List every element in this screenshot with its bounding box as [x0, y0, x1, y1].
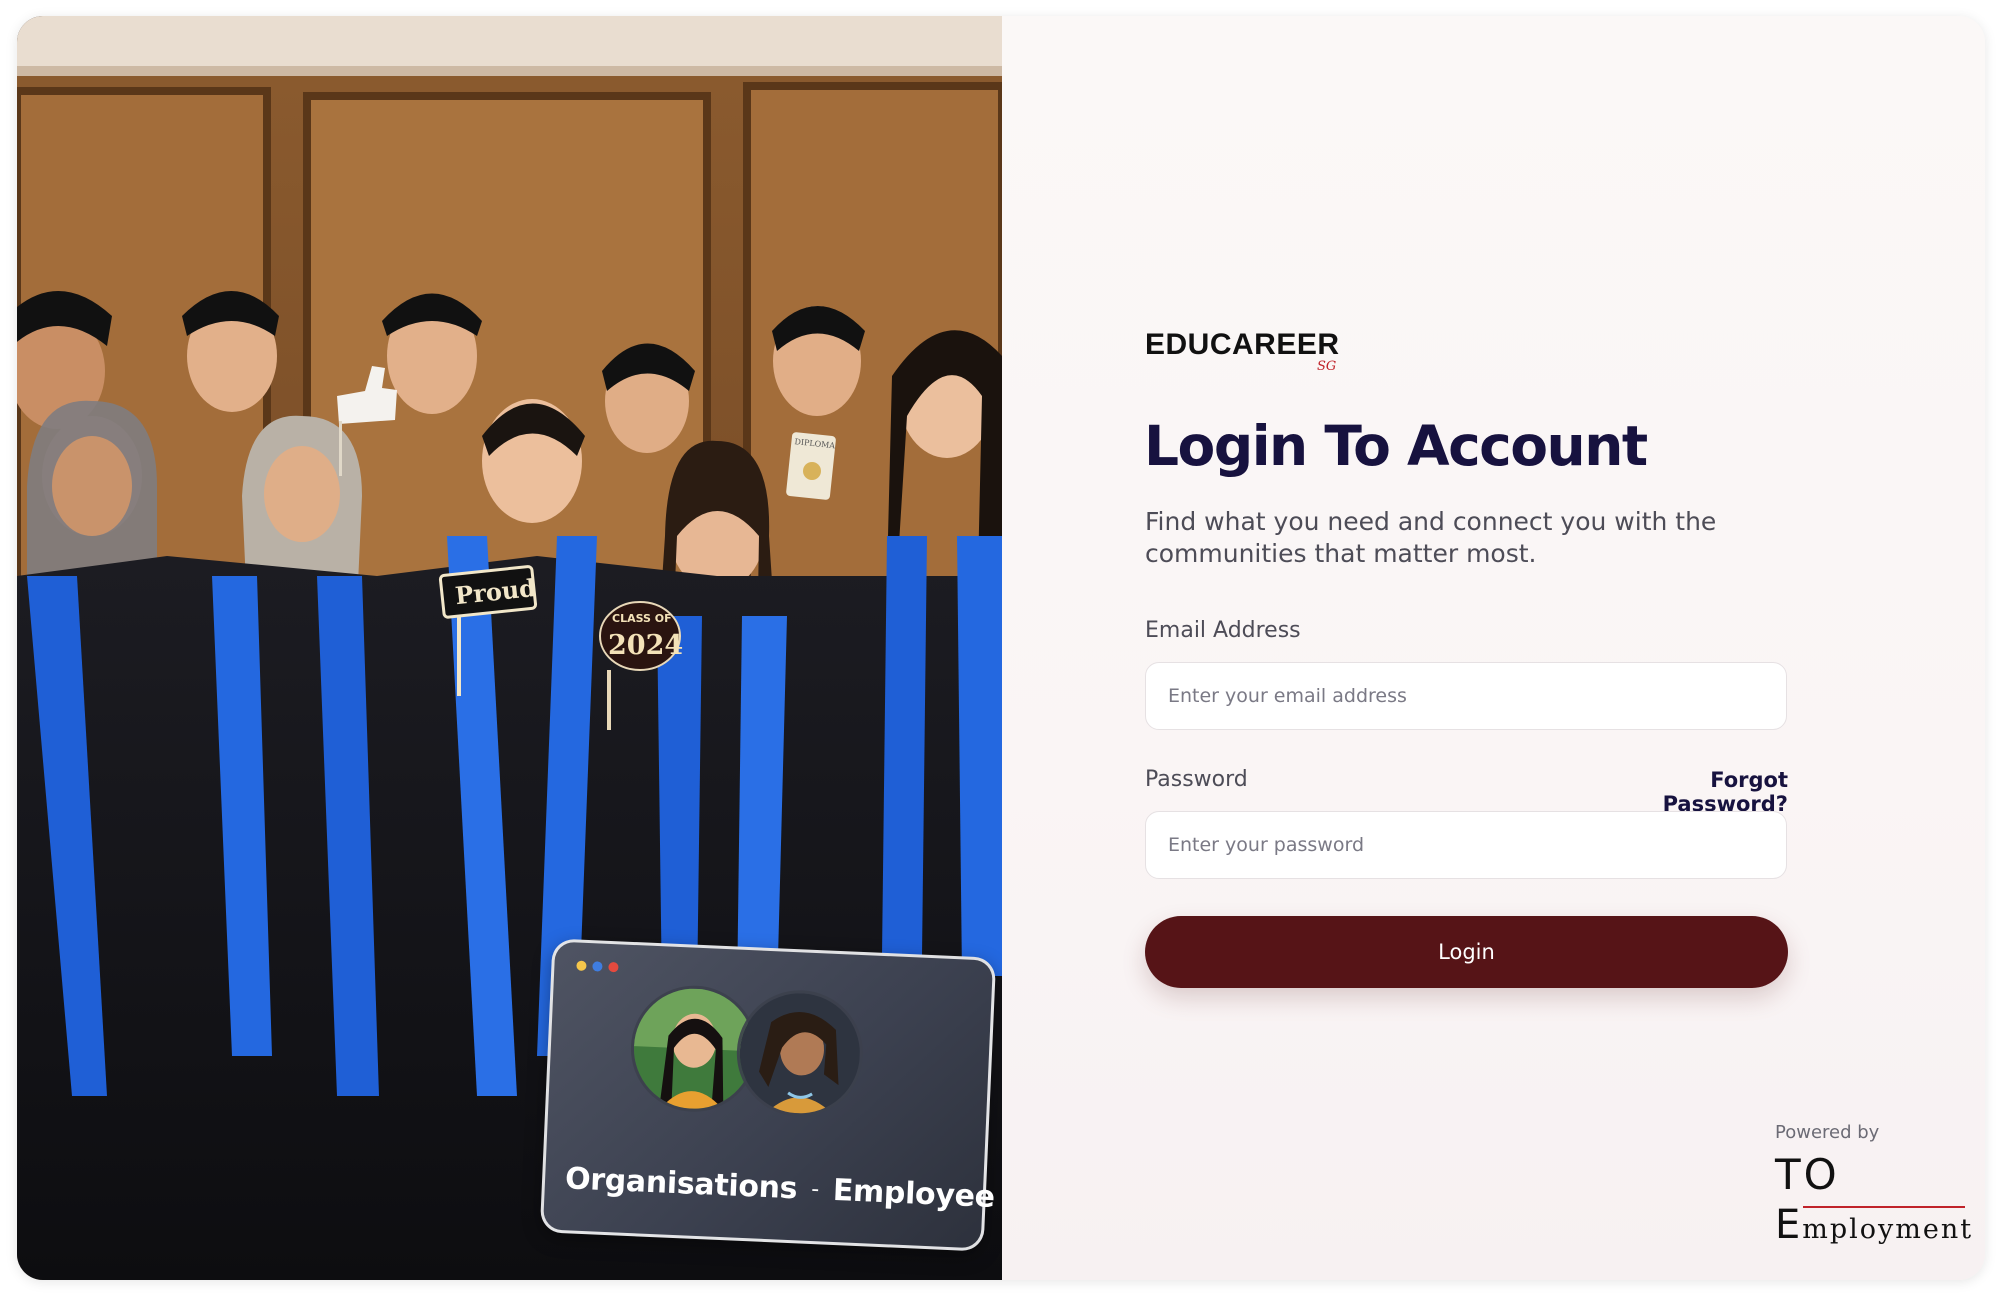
page-title: Login To Account — [1144, 414, 1648, 478]
graduation-photo: Proud CLASS OF 2024 DIPLOMA Organisation… — [17, 16, 1002, 1280]
avatar-employee — [734, 987, 866, 1120]
to-employment-logo: TO Employment — [1775, 1150, 1971, 1250]
password-field[interactable] — [1145, 811, 1787, 879]
caption-employee: Employee — [832, 1172, 996, 1215]
diploma-prop: DIPLOMA — [786, 432, 836, 500]
logo-e-initial: E — [1775, 1202, 1803, 1248]
window-dot-yellow — [576, 960, 587, 971]
window-dot-blue — [592, 961, 603, 972]
window-dot-red — [608, 961, 619, 973]
organisations-employee-card: Organisations - Employee — [539, 938, 997, 1252]
caption-separator: - — [810, 1176, 820, 1203]
svg-text:CLASS OF: CLASS OF — [612, 612, 672, 625]
page-subtitle: Find what you need and connect you with … — [1145, 507, 1717, 568]
password-label: Password — [1145, 767, 1248, 792]
email-field[interactable] — [1145, 662, 1787, 730]
logo-employment-rest: mployment — [1802, 1214, 1974, 1245]
logo-to: TO — [1775, 1150, 1840, 1199]
powered-by-label: Powered by — [1775, 1122, 1880, 1143]
brand-logo-sub: SG — [1317, 359, 1337, 374]
caption-organisations: Organisations — [564, 1161, 799, 1207]
card-caption: Organisations - Employee — [564, 1161, 995, 1215]
brand-logo: EDUCAREER — [1145, 328, 1340, 361]
svg-text:2024: 2024 — [608, 630, 683, 661]
login-panel: EDUCAREER SG Login To Account Find what … — [1002, 16, 1985, 1280]
login-button[interactable]: Login — [1145, 916, 1788, 988]
forgot-password-link[interactable]: Forgot Password? — [1608, 768, 1788, 816]
email-label: Email Address — [1145, 618, 1301, 643]
window-dots — [576, 960, 619, 973]
logo-employment: Employment — [1775, 1202, 1973, 1248]
login-window: Proud CLASS OF 2024 DIPLOMA Organisation… — [17, 16, 1985, 1280]
